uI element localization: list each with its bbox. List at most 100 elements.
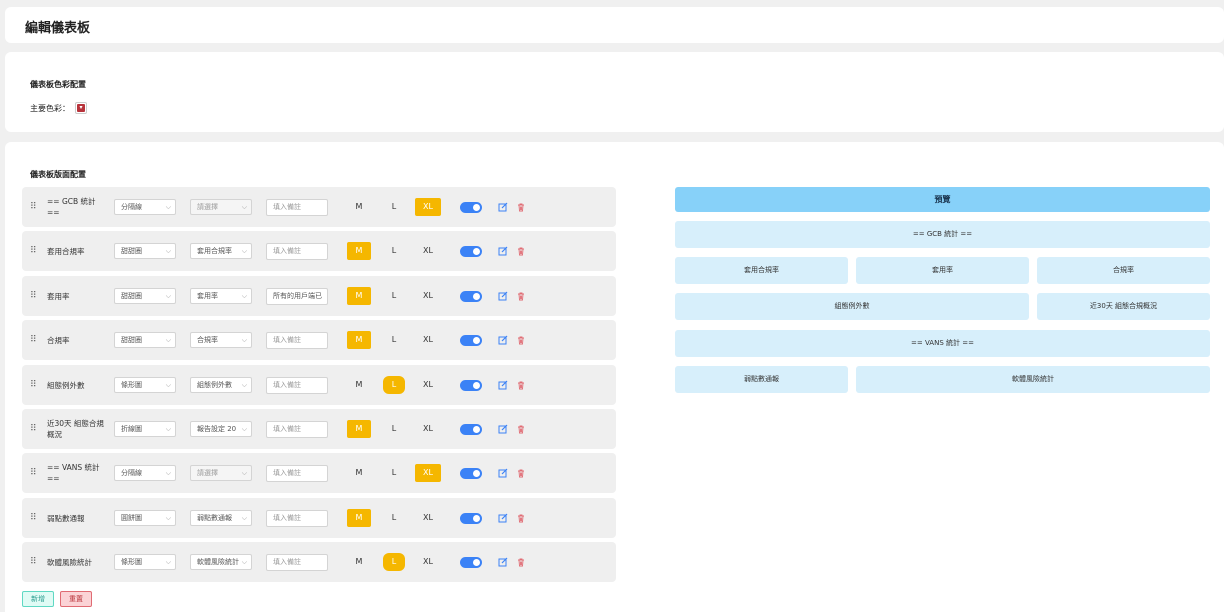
edit-icon[interactable] xyxy=(498,246,508,256)
chevron-down-icon: ⌵ xyxy=(241,514,247,522)
note-input[interactable]: 填入備註 xyxy=(266,554,328,571)
size-m-button[interactable]: M xyxy=(347,376,371,394)
visibility-toggle[interactable] xyxy=(460,202,482,213)
size-m-button[interactable]: M xyxy=(347,287,371,305)
trash-icon[interactable] xyxy=(516,246,526,256)
edit-icon[interactable] xyxy=(498,513,508,523)
edit-icon[interactable] xyxy=(498,468,508,478)
chevron-down-icon: ⌵ xyxy=(241,247,247,255)
edit-icon[interactable] xyxy=(498,557,508,567)
chart-type-select[interactable]: 甜甜圈 ⌵ xyxy=(114,332,176,348)
drag-handle-icon[interactable]: ⠿ xyxy=(30,246,37,256)
note-input[interactable]: 填入備註 xyxy=(266,243,328,260)
widget-name: 近30天 組態合規概況 xyxy=(47,419,104,439)
drag-handle-icon[interactable]: ⠿ xyxy=(30,513,37,523)
size-l-button[interactable]: L xyxy=(383,331,405,349)
edit-icon[interactable] xyxy=(498,335,508,345)
note-input[interactable]: 填入備註 xyxy=(266,377,328,394)
trash-icon[interactable] xyxy=(516,513,526,523)
drag-handle-icon[interactable]: ⠿ xyxy=(30,335,37,345)
size-l-button[interactable]: L xyxy=(383,464,405,482)
edit-icon[interactable] xyxy=(498,380,508,390)
chart-type-select[interactable]: 分隔線 ⌵ xyxy=(114,199,176,215)
note-input[interactable]: 所有的用戶端已 xyxy=(266,288,328,305)
data-source-select[interactable]: 軟體風險統計 ⌵ xyxy=(190,554,252,570)
chart-type-select[interactable]: 甜甜圈 ⌵ xyxy=(114,243,176,259)
visibility-toggle[interactable] xyxy=(460,335,482,346)
size-xl-button[interactable]: XL xyxy=(415,509,441,527)
trash-icon[interactable] xyxy=(516,380,526,390)
primary-color-picker[interactable]: ▾ xyxy=(75,102,87,114)
visibility-toggle[interactable] xyxy=(460,380,482,391)
note-input[interactable]: 填入備註 xyxy=(266,199,328,216)
chart-type-select[interactable]: 條形圖 ⌵ xyxy=(114,377,176,393)
size-l-button[interactable]: L xyxy=(383,509,405,527)
chart-type-select[interactable]: 甜甜圈 ⌵ xyxy=(114,288,176,304)
drag-handle-icon[interactable]: ⠿ xyxy=(30,468,37,478)
drag-handle-icon[interactable]: ⠿ xyxy=(30,380,37,390)
data-source-select[interactable]: 套用率 ⌵ xyxy=(190,288,252,304)
note-input[interactable]: 填入備註 xyxy=(266,510,328,527)
size-m-button[interactable]: M xyxy=(347,464,371,482)
size-xl-button[interactable]: XL xyxy=(415,331,441,349)
preview-block: 弱點數通報 xyxy=(675,366,848,393)
chart-type-select[interactable]: 圓餅圖 ⌵ xyxy=(114,510,176,526)
chevron-down-icon: ⌵ xyxy=(165,336,171,344)
data-source-select[interactable]: 合規率 ⌵ xyxy=(190,332,252,348)
drag-handle-icon[interactable]: ⠿ xyxy=(30,557,37,567)
chevron-down-icon: ⌵ xyxy=(165,292,171,300)
size-m-button[interactable]: M xyxy=(347,420,371,438)
size-xl-button[interactable]: XL xyxy=(415,287,441,305)
drag-handle-icon[interactable]: ⠿ xyxy=(30,202,37,212)
drag-handle-icon[interactable]: ⠿ xyxy=(30,291,37,301)
chart-type-select[interactable]: 條形圖 ⌵ xyxy=(114,554,176,570)
layout-config-card: 儀表板版面配置 ⠿ == GCB 統計 == 分隔線 ⌵ 請選擇 ⌵ 填入備註 M L XL ⠿ 套用… xyxy=(5,142,1224,612)
size-l-button[interactable]: L xyxy=(383,287,405,305)
trash-icon[interactable] xyxy=(516,202,526,212)
trash-icon[interactable] xyxy=(516,335,526,345)
chart-type-select[interactable]: 折線圖 ⌵ xyxy=(114,421,176,437)
size-l-button[interactable]: L xyxy=(383,198,405,216)
data-source-select[interactable]: 報告設定 20 ⌵ xyxy=(190,421,252,437)
edit-icon[interactable] xyxy=(498,291,508,301)
visibility-toggle[interactable] xyxy=(460,424,482,435)
note-input[interactable]: 填入備註 xyxy=(266,332,328,349)
size-l-button[interactable]: L xyxy=(383,553,405,571)
size-xl-button[interactable]: XL xyxy=(415,464,441,482)
size-m-button[interactable]: M xyxy=(347,242,371,260)
edit-icon[interactable] xyxy=(498,202,508,212)
size-l-button[interactable]: L xyxy=(383,420,405,438)
data-source-select[interactable]: 套用合規率 ⌵ xyxy=(190,243,252,259)
page-title: 編輯儀表板 xyxy=(25,21,91,36)
edit-icon[interactable] xyxy=(498,424,508,434)
add-button[interactable]: 新增 xyxy=(22,591,54,607)
widget-row: ⠿ == VANS 統計 == 分隔線 ⌵ 請選擇 ⌵ 填入備註 M L XL xyxy=(22,453,616,493)
trash-icon[interactable] xyxy=(516,557,526,567)
size-l-button[interactable]: L xyxy=(383,376,405,394)
size-m-button[interactable]: M xyxy=(347,198,371,216)
size-m-button[interactable]: M xyxy=(347,553,371,571)
visibility-toggle[interactable] xyxy=(460,291,482,302)
size-m-button[interactable]: M xyxy=(347,509,371,527)
trash-icon[interactable] xyxy=(516,468,526,478)
size-m-button[interactable]: M xyxy=(347,331,371,349)
data-source-select[interactable]: 組態例外數 ⌵ xyxy=(190,377,252,393)
visibility-toggle[interactable] xyxy=(460,246,482,257)
size-xl-button[interactable]: XL xyxy=(415,198,441,216)
size-xl-button[interactable]: XL xyxy=(415,376,441,394)
size-xl-button[interactable]: XL xyxy=(415,242,441,260)
note-input[interactable]: 填入備註 xyxy=(266,421,328,438)
reset-button[interactable]: 重置 xyxy=(60,591,92,607)
size-xl-button[interactable]: XL xyxy=(415,420,441,438)
size-xl-button[interactable]: XL xyxy=(415,553,441,571)
note-input[interactable]: 填入備註 xyxy=(266,465,328,482)
visibility-toggle[interactable] xyxy=(460,557,482,568)
drag-handle-icon[interactable]: ⠿ xyxy=(30,424,37,434)
visibility-toggle[interactable] xyxy=(460,468,482,479)
visibility-toggle[interactable] xyxy=(460,513,482,524)
trash-icon[interactable] xyxy=(516,291,526,301)
data-source-select[interactable]: 弱點數通報 ⌵ xyxy=(190,510,252,526)
trash-icon[interactable] xyxy=(516,424,526,434)
size-l-button[interactable]: L xyxy=(383,242,405,260)
chart-type-select[interactable]: 分隔線 ⌵ xyxy=(114,465,176,481)
